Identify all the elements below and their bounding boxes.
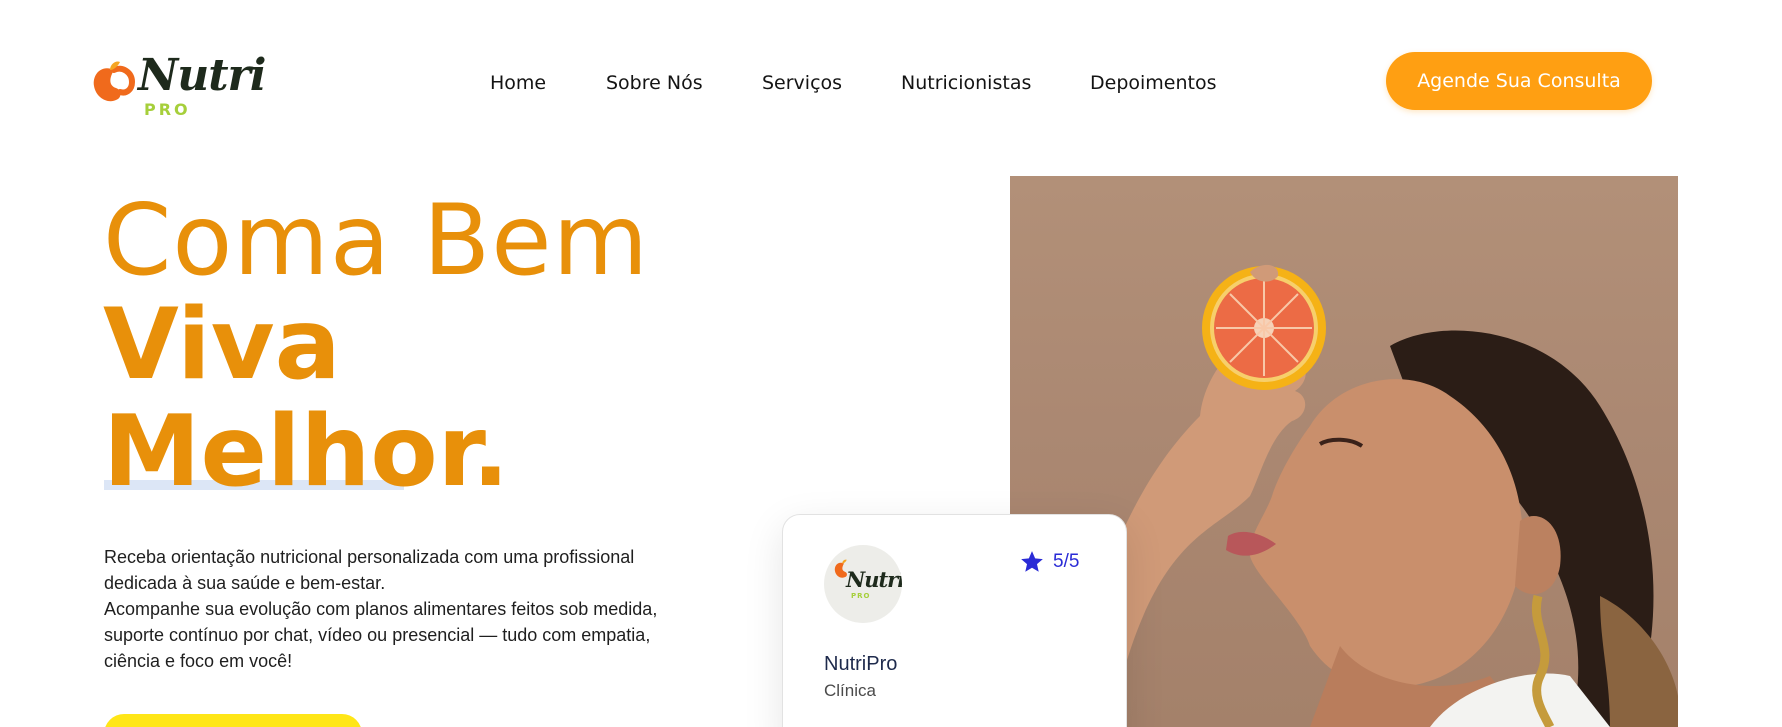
avatar-suffix: PRO (851, 592, 871, 600)
hero-description: Receba orientação nutricional personaliz… (104, 544, 694, 674)
hero-cta-button[interactable] (104, 714, 362, 727)
hero-description-paragraph-1: Receba orientação nutricional personaliz… (104, 547, 635, 593)
schedule-consultation-button[interactable]: Agende Sua Consulta (1386, 52, 1652, 110)
rating: 5/5 (1019, 549, 1079, 575)
clinic-name: NutriPro (824, 653, 898, 675)
hero-description-paragraph-2: Acompanhe sua evolução com planos alimen… (104, 599, 658, 671)
nav-link-servicos[interactable]: Serviços (762, 72, 842, 94)
brand-suffix: PRO (144, 100, 191, 119)
hero-title-line1: Coma Bem (103, 184, 650, 298)
avatar-wordmark: Nutri (846, 567, 902, 592)
nav-link-nutricionistas[interactable]: Nutricionistas (901, 72, 1031, 94)
review-card: Nutri PRO 5/5 NutriPro Clínica (782, 514, 1127, 727)
nav-link-sobre-nos[interactable]: Sobre Nós (606, 72, 703, 94)
rating-value: 5/5 (1053, 551, 1080, 572)
hero-title-line3: Melhor. (103, 395, 510, 509)
clinic-type: Clínica (824, 681, 876, 700)
nav-link-home[interactable]: Home (490, 72, 546, 94)
clinic-avatar: Nutri PRO (824, 545, 902, 623)
star-icon (1021, 551, 1043, 572)
hero-title-line2: Viva (103, 288, 341, 402)
nav-link-depoimentos[interactable]: Depoimentos (1090, 72, 1217, 94)
